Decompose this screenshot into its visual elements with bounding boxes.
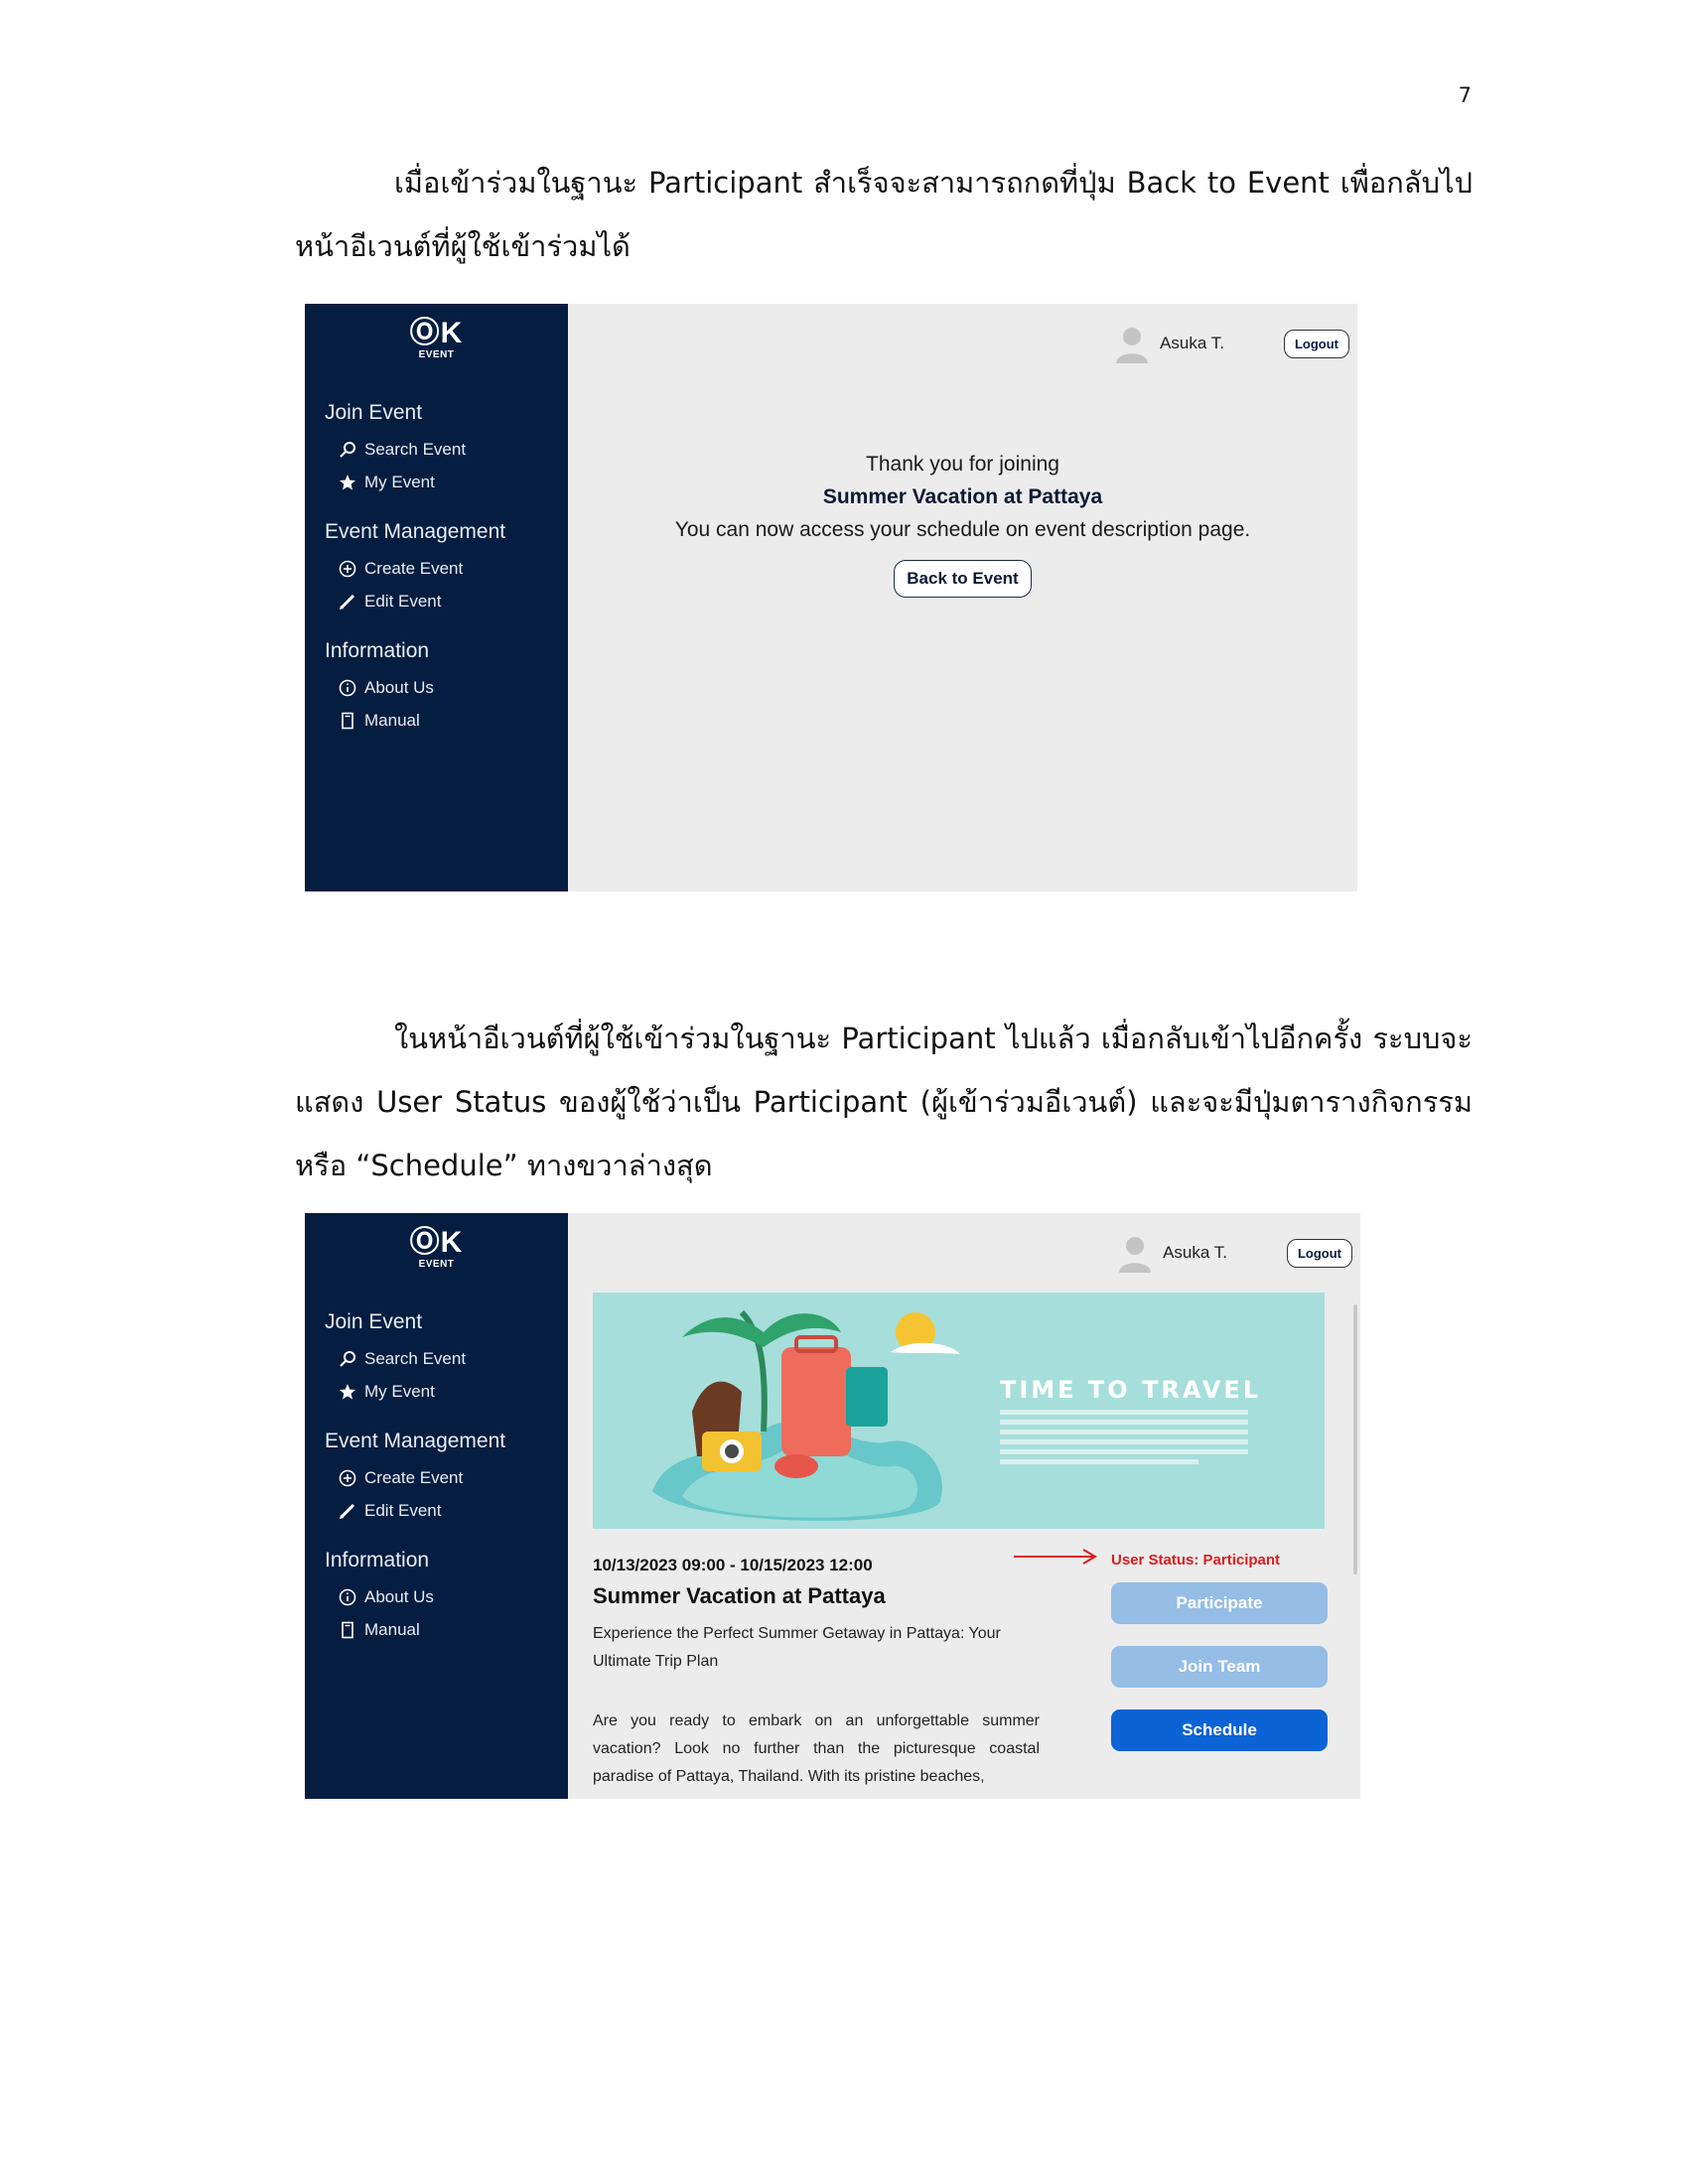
logo-mark: ⓄK: [409, 317, 464, 349]
event-title: Summer Vacation at Pattaya: [593, 1583, 886, 1608]
banner-title: TIME TO TRAVEL: [1000, 1376, 1262, 1404]
sidebar-item-label: About Us: [364, 1586, 434, 1606]
sidebar-item-edit-event[interactable]: Edit Event: [339, 585, 505, 617]
event-summary: Experience the Perfect Summer Getaway in…: [593, 1625, 1001, 1670]
user-name: Asuka T.: [1160, 334, 1224, 352]
section-information: Information: [325, 639, 430, 662]
logout-button[interactable]: Logout: [1286, 1238, 1352, 1268]
sidebar-item-my-event[interactable]: My Event: [339, 466, 505, 498]
info-icon: [339, 679, 364, 697]
sidebar-item-label: Edit Event: [364, 591, 442, 611]
paragraph-2: ในหน้าอีเวนต์ที่ผู้ใช้เข้าร่วมในฐานะ Par…: [295, 1022, 1473, 1182]
pencil-icon: [339, 593, 364, 611]
screenshot-event-page: ⓄK EVENT Join Event Search Event My Even…: [305, 1213, 1360, 1799]
star-icon: [339, 1383, 364, 1401]
sidebar-item-search-event[interactable]: Search Event: [339, 433, 505, 466]
book-icon: [339, 712, 364, 730]
section-event-management: Event Management: [325, 1430, 506, 1452]
star-icon: [339, 474, 364, 491]
logo-mark: ⓄK: [409, 1226, 464, 1259]
search-icon: [339, 441, 364, 459]
logo: ⓄK EVENT: [305, 318, 568, 361]
user-status-label: User Status: Participant: [1111, 1552, 1281, 1569]
sidebar-item-manual[interactable]: Manual: [339, 1613, 505, 1646]
section-join-event: Join Event: [325, 1310, 423, 1333]
event-date-range: 10/13/2023 09:00 - 10/15/2023 12:00: [593, 1556, 873, 1574]
sidebar-item-label: Create Event: [364, 1467, 464, 1487]
sidebar-item-label: Manual: [364, 1619, 420, 1639]
sidebar-item-manual[interactable]: Manual: [339, 704, 505, 737]
section-join-event: Join Event: [325, 401, 423, 424]
sidebar-item-label: Manual: [364, 710, 420, 730]
section-information: Information: [325, 1549, 430, 1571]
sidebar: ⓄK EVENT Join Event Search Event My Even…: [305, 304, 568, 891]
sidebar-item-label: Search Event: [364, 439, 467, 459]
logout-button[interactable]: Logout: [1283, 329, 1349, 358]
logo: ⓄK EVENT: [305, 1227, 568, 1271]
thank-you-line: Thank you for joining: [866, 453, 1059, 476]
plus-circle-icon: [339, 560, 364, 578]
user-bar: Asuka T. Logout: [1117, 1235, 1352, 1273]
sidebar-item-create-event[interactable]: Create Event: [339, 1461, 505, 1494]
user-name: Asuka T.: [1163, 1243, 1227, 1262]
scrollbar[interactable]: [1353, 1304, 1357, 1574]
schedule-button[interactable]: Schedule: [1111, 1709, 1328, 1751]
page-number: 7: [1458, 83, 1472, 107]
thank-you-message: Thank you for joining Summer Vacation at…: [568, 448, 1357, 598]
schedule-access-line: You can now access your schedule on even…: [674, 518, 1251, 541]
sidebar-item-edit-event[interactable]: Edit Event: [339, 1494, 505, 1527]
section-event-management: Event Management: [325, 520, 506, 543]
sidebar-item-label: My Event: [364, 472, 435, 491]
arrow-right-icon: [1014, 1549, 1097, 1565]
logo-subtitle: EVENT: [418, 349, 455, 360]
back-to-event-button[interactable]: Back to Event: [894, 560, 1032, 598]
plus-circle-icon: [339, 1469, 364, 1487]
book-icon: [339, 1621, 364, 1639]
sidebar-item-label: About Us: [364, 677, 434, 697]
sidebar-item-create-event[interactable]: Create Event: [339, 552, 505, 585]
info-icon: [339, 1588, 364, 1606]
sidebar-item-about-us[interactable]: About Us: [339, 671, 505, 704]
sidebar-item-search-event[interactable]: Search Event: [339, 1342, 505, 1375]
sidebar-item-label: Edit Event: [364, 1500, 442, 1520]
avatar-icon: [1117, 1235, 1153, 1273]
sidebar-item-my-event[interactable]: My Event: [339, 1375, 505, 1408]
search-icon: [339, 1350, 364, 1368]
join-team-button[interactable]: Join Team: [1111, 1646, 1328, 1688]
event-banner-image: TIME TO TRAVEL: [593, 1293, 1325, 1529]
screenshot-join-success: ⓄK EVENT Join Event Search Event My Even…: [305, 304, 1357, 891]
sidebar-item-label: Create Event: [364, 558, 464, 578]
travel-illustration: [652, 1309, 1248, 1521]
sidebar: ⓄK EVENT Join Event Search Event My Even…: [305, 1213, 568, 1799]
sidebar-item-label: Search Event: [364, 1348, 467, 1368]
avatar-icon: [1114, 326, 1150, 363]
user-bar: Asuka T. Logout: [1114, 326, 1349, 363]
participate-button[interactable]: Participate: [1111, 1582, 1328, 1624]
event-description: Are you ready to embark on an unforgetta…: [593, 1712, 1040, 1785]
sidebar-item-about-us[interactable]: About Us: [339, 1580, 505, 1613]
logo-subtitle: EVENT: [418, 1259, 455, 1270]
paragraph-1: เมื่อเข้าร่วมในฐานะ Participant สำเร็จจะ…: [295, 166, 1473, 263]
pencil-icon: [339, 1502, 364, 1520]
sidebar-item-label: My Event: [364, 1381, 435, 1401]
joined-event-name: Summer Vacation at Pattaya: [822, 485, 1103, 508]
